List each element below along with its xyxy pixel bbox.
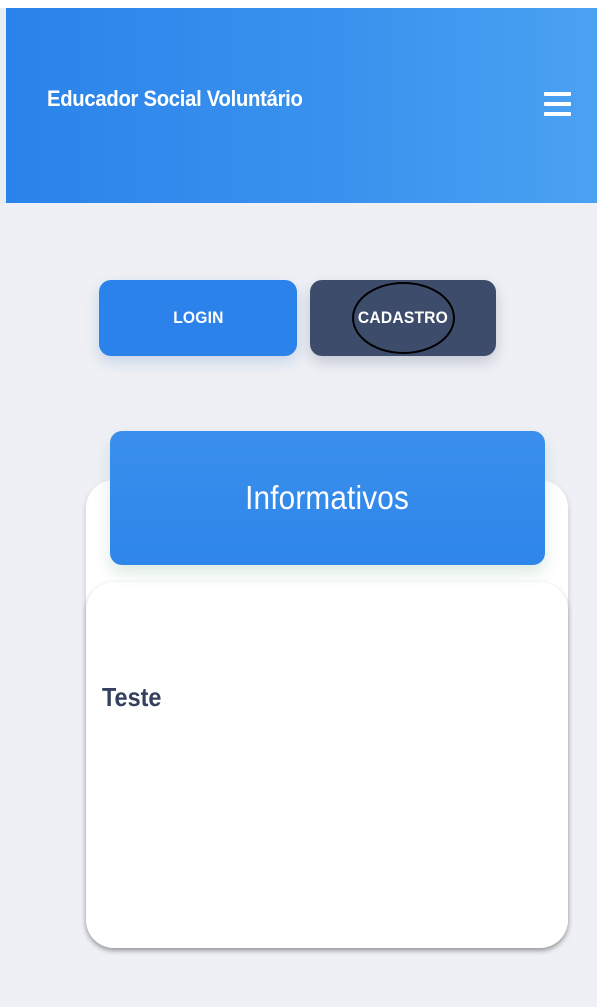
menu-bar-middle xyxy=(544,102,571,106)
app-title: Educador Social Voluntário xyxy=(47,86,303,111)
informativos-title: Informativos xyxy=(245,479,410,516)
informativos-header: Informativos xyxy=(110,431,545,565)
menu-bar-top xyxy=(544,92,571,96)
cadastro-button[interactable]: CADASTRO xyxy=(310,280,496,356)
hamburger-menu-icon[interactable] xyxy=(542,88,574,120)
status-bar-area xyxy=(0,0,597,8)
login-button[interactable]: LOGIN xyxy=(99,280,297,356)
menu-bar-bottom xyxy=(544,112,571,116)
cadastro-button-label: CADASTRO xyxy=(357,308,449,327)
informativos-card-body xyxy=(86,582,568,948)
informativo-item-title[interactable]: Teste xyxy=(102,682,161,713)
login-button-label: LOGIN xyxy=(172,308,224,327)
